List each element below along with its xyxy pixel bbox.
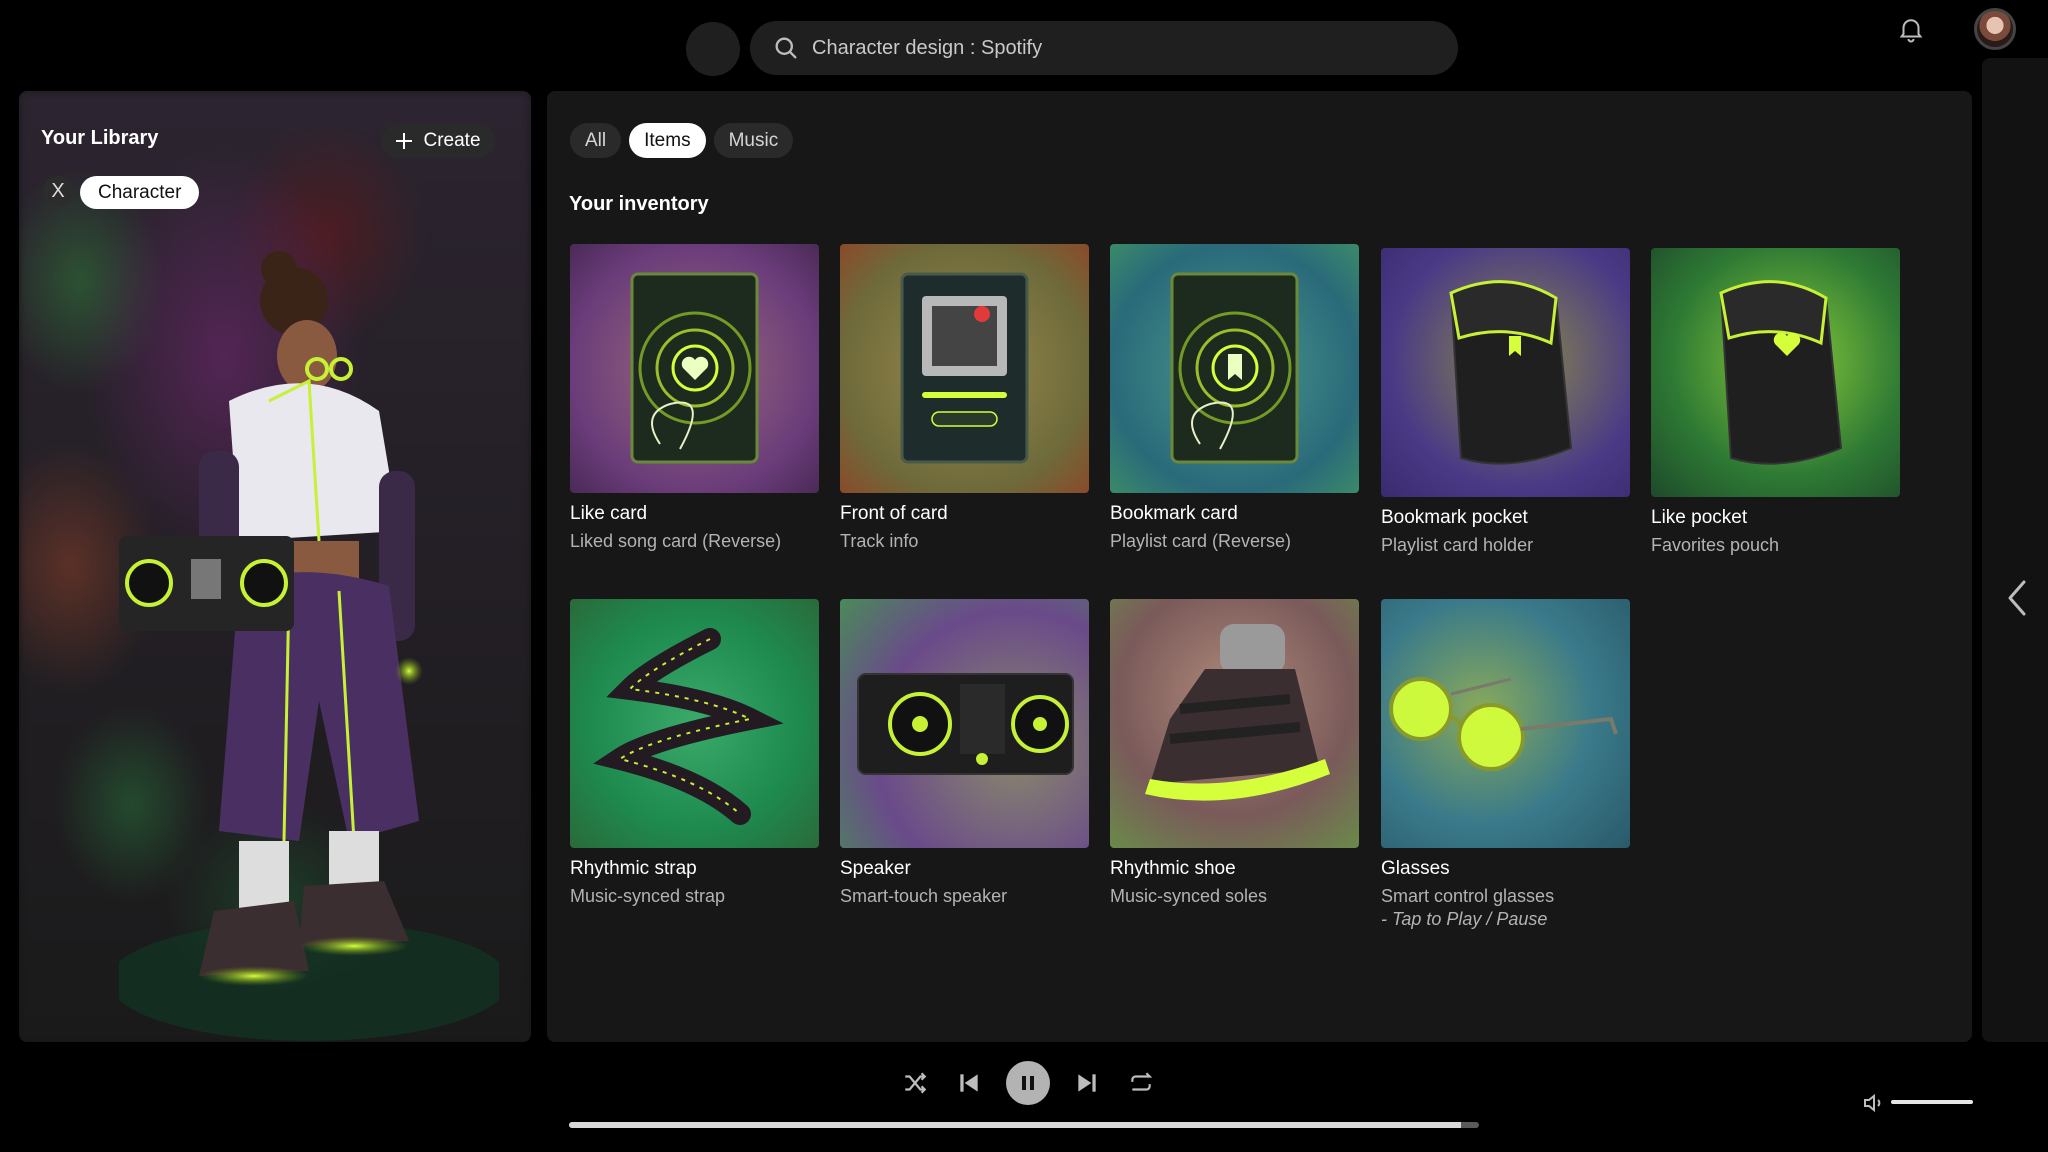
item-thumbnail xyxy=(1381,599,1630,848)
repeat-button[interactable] xyxy=(1114,1060,1168,1106)
inventory-item-front-of-card[interactable]: Front of card Track info xyxy=(840,244,1089,552)
skip-back-icon xyxy=(960,1074,978,1092)
tab-all[interactable]: All xyxy=(570,123,622,158)
volume-slider[interactable] xyxy=(1891,1100,1973,1104)
item-subtitle-note: - Tap to Play / Pause xyxy=(1381,909,1548,929)
item-subtitle: Smart control glasses xyxy=(1381,886,1555,906)
pause-icon xyxy=(1022,1076,1034,1090)
item-name: Front of card xyxy=(840,503,948,524)
plus-icon xyxy=(396,133,413,149)
item-thumbnail xyxy=(1110,244,1359,493)
speaker-icon xyxy=(857,673,1074,775)
card-bookmark-icon xyxy=(1170,272,1299,464)
item-subtitle: Music-synced strap xyxy=(570,886,726,906)
item-name: Like pocket xyxy=(1651,507,1748,528)
item-subtitle: Music-synced soles xyxy=(1110,886,1268,906)
card-heart-icon xyxy=(630,272,759,464)
tab-items[interactable]: Items xyxy=(629,123,706,158)
inventory-item-rhythmic-shoe[interactable]: Rhythmic shoe Music-synced soles xyxy=(1110,599,1359,907)
next-button[interactable] xyxy=(1060,1060,1114,1106)
item-name: Glasses xyxy=(1381,858,1450,879)
filter-chip-character[interactable]: Character xyxy=(80,176,200,209)
create-button[interactable]: Create xyxy=(381,124,495,158)
track-card-icon xyxy=(900,272,1029,464)
item-subtitle: Favorites pouch xyxy=(1651,535,1780,555)
item-name: Like card xyxy=(570,503,648,524)
progress-bar[interactable] xyxy=(569,1122,1479,1128)
main-panel: All Items Music Your inventory Like card… xyxy=(547,91,1972,1042)
item-thumbnail xyxy=(570,599,819,848)
shuffle-icon xyxy=(905,1072,927,1094)
player-controls xyxy=(888,1060,1168,1106)
item-thumbnail xyxy=(840,244,1089,493)
item-name: Rhythmic strap xyxy=(570,858,697,879)
previous-button[interactable] xyxy=(942,1060,996,1106)
search-icon xyxy=(775,37,797,59)
shoe-icon xyxy=(1145,624,1330,801)
item-name: Bookmark card xyxy=(1110,503,1238,524)
character-illustration xyxy=(119,251,499,1041)
search-input[interactable]: Character design : Spotify xyxy=(812,37,1042,60)
clear-filter-button[interactable]: X xyxy=(43,176,73,206)
volume-fill xyxy=(1891,1100,1973,1104)
avatar[interactable] xyxy=(1974,8,2016,50)
item-thumbnail xyxy=(1110,599,1359,848)
item-subtitle: Playlist card holder xyxy=(1381,535,1534,555)
inventory-item-speaker[interactable]: Speaker Smart-touch speaker xyxy=(840,599,1089,907)
pocket-heart-icon xyxy=(1719,280,1843,465)
shuffle-button[interactable] xyxy=(888,1060,942,1106)
create-label: Create xyxy=(423,130,481,151)
library-panel: Your Library Create X Character xyxy=(19,91,531,1042)
inventory-item-like-pocket[interactable]: Like pocket Favorites pouch xyxy=(1651,248,1900,556)
item-subtitle: Smart-touch speaker xyxy=(840,886,1008,906)
item-name: Rhythmic shoe xyxy=(1110,858,1236,879)
skip-forward-icon xyxy=(1078,1074,1096,1092)
play-pause-button[interactable] xyxy=(1006,1061,1050,1105)
library-title: Your Library xyxy=(41,127,159,149)
item-subtitle: Track info xyxy=(840,531,919,551)
right-panel xyxy=(1982,58,2048,1042)
volume-icon[interactable] xyxy=(1862,1091,1886,1115)
tab-music[interactable]: Music xyxy=(713,123,794,158)
pocket-bookmark-icon xyxy=(1449,280,1573,465)
item-name: Speaker xyxy=(840,858,911,879)
notification-bell-icon[interactable] xyxy=(1896,14,1926,44)
item-thumbnail xyxy=(1381,248,1630,497)
item-subtitle: Playlist card (Reverse) xyxy=(1110,531,1292,551)
inventory-item-like-card[interactable]: Like card Liked song card (Reverse) xyxy=(570,244,819,552)
inventory-title: Your inventory xyxy=(569,193,709,215)
inventory-item-rhythmic-strap[interactable]: Rhythmic strap Music-synced strap xyxy=(570,599,819,907)
progress-fill xyxy=(569,1122,1461,1128)
inventory-item-glasses[interactable]: Glasses Smart control glasses - Tap to P… xyxy=(1381,599,1630,930)
search-bar[interactable]: Character design : Spotify xyxy=(750,21,1458,75)
repeat-icon xyxy=(1131,1072,1153,1091)
filter-tabs: All Items Music xyxy=(570,123,794,158)
inventory-item-bookmark-pocket[interactable]: Bookmark pocket Playlist card holder xyxy=(1381,248,1630,556)
chevron-left-icon[interactable] xyxy=(2004,578,2032,618)
home-button[interactable] xyxy=(686,22,740,76)
item-name: Bookmark pocket xyxy=(1381,507,1528,528)
item-thumbnail xyxy=(1651,248,1900,497)
strap-icon xyxy=(593,628,784,825)
item-thumbnail xyxy=(570,244,819,493)
item-subtitle: Liked song card (Reverse) xyxy=(570,531,782,551)
glasses-icon xyxy=(1389,677,1618,771)
inventory-item-bookmark-card[interactable]: Bookmark card Playlist card (Reverse) xyxy=(1110,244,1359,552)
item-thumbnail xyxy=(840,599,1089,848)
